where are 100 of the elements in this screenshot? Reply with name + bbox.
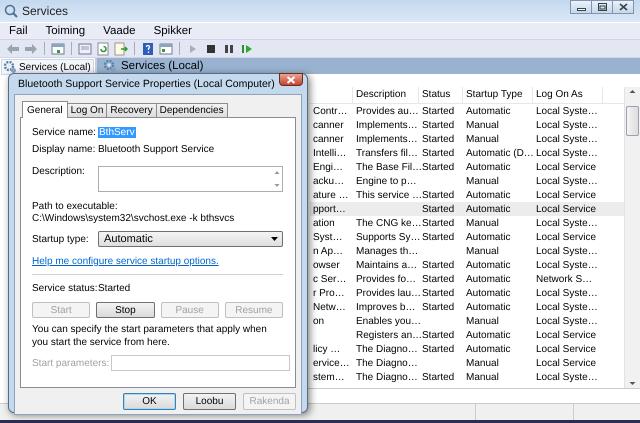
service-control-button[interactable]: Stop xyxy=(96,302,154,318)
table-cell-text: ation xyxy=(312,218,336,228)
table-cell-text: Local Syste… xyxy=(535,134,599,144)
status-value: Started xyxy=(98,283,130,294)
menu-item[interactable]: Fail xyxy=(0,25,37,37)
table-cell-text: Started xyxy=(421,190,456,200)
table-cell-text: Automatic xyxy=(465,274,512,284)
table-cell-text: Manual xyxy=(465,316,500,326)
table-cell-text: Local Service xyxy=(535,344,598,354)
table-cell-text: Started xyxy=(421,106,456,116)
menu-item[interactable]: Vaade xyxy=(94,25,145,37)
table-cell-text: Started xyxy=(421,274,456,284)
table-cell-text: Improves b… xyxy=(355,302,416,312)
table-cell-text: Automatic xyxy=(465,260,512,270)
table-cell-text: Implements… xyxy=(355,120,419,130)
help-link[interactable]: Help me configure service startup options. xyxy=(32,256,219,268)
dialog-button[interactable]: Loobu xyxy=(183,392,236,410)
table-cell-text: Started xyxy=(421,218,456,228)
tab[interactable]: General xyxy=(22,101,68,118)
field-label: Startup type: xyxy=(32,234,90,244)
table-cell-text: stem… xyxy=(312,372,346,382)
table-cell-text: Contr… xyxy=(312,106,348,116)
table-cell-text: Maintains a… xyxy=(355,260,418,270)
table-cell-text: Provides fo… xyxy=(355,274,418,284)
table-cell-text: Started xyxy=(421,148,456,158)
table-cell-text: Started xyxy=(421,372,456,382)
table-cell-text: Local Syste… xyxy=(535,176,599,186)
table-cell-text: owser xyxy=(312,260,341,270)
tab[interactable]: Recovery xyxy=(106,103,157,117)
table-cell-text: Automatic xyxy=(465,288,512,298)
table-cell-text: Started xyxy=(421,232,456,242)
dialog-button[interactable]: OK xyxy=(123,392,176,410)
table-cell-text: Local Syste… xyxy=(535,372,599,382)
table-cell-text: Local Syste… xyxy=(535,302,599,312)
table-cell-text: The Diagno… xyxy=(355,358,419,368)
table-cell-text: r Pro… xyxy=(312,288,346,298)
table-cell-text: Started xyxy=(421,330,456,340)
table-cell-text: Started xyxy=(421,134,456,144)
table-cell-text: acku… xyxy=(312,176,346,186)
startup-type-dropdown[interactable]: Automatic xyxy=(98,231,283,247)
window-title: Services xyxy=(22,4,68,18)
table-cell-text: Automatic xyxy=(465,204,512,214)
column-header[interactable]: Startup Type xyxy=(463,87,533,103)
tab[interactable]: Dependencies xyxy=(156,103,228,117)
field-label: Service name: xyxy=(32,127,97,138)
table-cell-text: Manual xyxy=(465,372,500,382)
menu-item[interactable]: Spikker xyxy=(144,25,201,37)
pane-title: Services (Local) xyxy=(121,60,204,72)
table-cell-text: pport… xyxy=(312,204,347,214)
table-cell-text: Local Syste… xyxy=(535,120,599,130)
table-cell-text: Manual xyxy=(465,134,500,144)
table-cell-text: Supports Sy… xyxy=(355,232,419,242)
field-label: Service status: xyxy=(32,283,98,294)
table-cell-text: Automatic xyxy=(465,344,512,354)
table-cell-text: Network S… xyxy=(535,274,594,284)
table-cell-text: Local Service xyxy=(535,232,598,242)
table-cell-text: Automatic xyxy=(465,330,512,340)
table-cell-text: on xyxy=(312,316,326,326)
table-cell-text: n Ap… xyxy=(312,246,344,256)
column-header[interactable]: Status xyxy=(419,87,463,103)
table-cell-text: The Base Fil… xyxy=(355,162,419,172)
table-cell-text: Provides lau… xyxy=(355,288,419,298)
instruction-text: You can specify the start parameters that apply when you start the service from here. xyxy=(32,323,268,349)
column-header[interactable]: Log On As xyxy=(533,87,603,103)
table-cell-text: Local Syste… xyxy=(535,246,599,256)
table-cell-text: Automatic xyxy=(465,232,512,242)
table-cell-text: Provides au… xyxy=(355,106,419,116)
table-cell-text: Manual xyxy=(465,120,500,130)
table-cell-text: Local Syste… xyxy=(535,288,599,298)
table-cell-text: Engi… xyxy=(312,162,344,172)
table-cell-text: Local Syste… xyxy=(535,316,599,326)
table-cell-text: Started xyxy=(421,162,456,172)
table-cell-text: Transfers fil… xyxy=(355,148,419,158)
table-cell-text: Local Syste… xyxy=(535,218,599,228)
dialog-title: Bluetooth Support Service Properties (Local Computer) xyxy=(17,77,275,92)
selected-row[interactable]: pport… Started Automatic Local Service xyxy=(310,202,624,216)
table-cell-text: Automatic xyxy=(465,162,512,172)
table-cell-text: canner xyxy=(312,134,345,144)
table-cell-text: licy … xyxy=(312,344,342,354)
selected-text: BthServ xyxy=(98,127,136,138)
table-cell-text: Enables you… xyxy=(355,316,419,326)
column-header[interactable]: Description xyxy=(353,87,419,103)
table-cell-text: c Ser… xyxy=(312,274,348,284)
table-cell-text: Automatic (D… xyxy=(465,148,533,158)
table-cell-text: The CNG ke… xyxy=(355,218,419,228)
table-cell-text: Started xyxy=(421,120,456,130)
table-cell-text: Syst… xyxy=(312,232,344,242)
path-text: C:\Windows\system32\svchost.exe -k bthsvcs xyxy=(32,213,236,225)
tab[interactable]: Log On xyxy=(66,103,108,117)
table-cell-text: Automatic xyxy=(465,302,512,312)
table-cell-text: Local Service xyxy=(535,204,598,214)
table-cell-text: ature … xyxy=(312,190,350,200)
table-cell-text: Local Service xyxy=(535,330,598,340)
field-label: Description: xyxy=(32,166,86,177)
table-cell-text: Local Syste… xyxy=(535,148,599,158)
table-cell-text: Manual xyxy=(465,246,500,256)
menu-item[interactable]: Toiming xyxy=(36,25,94,37)
table-cell-text: This service … xyxy=(355,190,419,200)
table-cell-text: ervice… xyxy=(312,358,351,368)
table-cell-text: Started xyxy=(421,260,456,270)
